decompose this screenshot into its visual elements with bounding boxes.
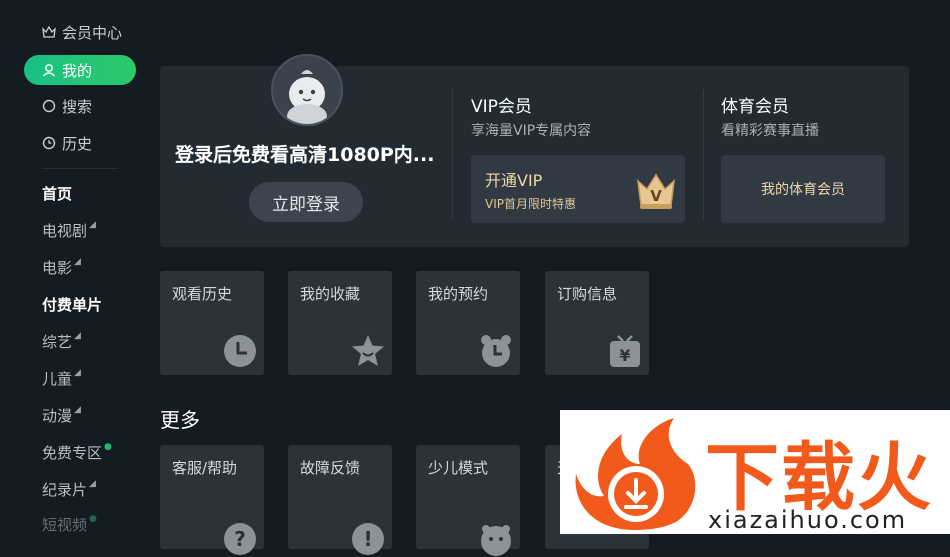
sidebar-item-label: 我的 — [62, 61, 93, 80]
channel-short-video[interactable]: 短视频 ● — [42, 514, 97, 535]
vip-title: VIP会员 — [471, 97, 532, 117]
tile-watch-history[interactable]: 观看历史 — [160, 271, 264, 375]
tile-label: 故障反馈 — [300, 459, 361, 477]
svg-text:!: ! — [363, 527, 372, 551]
crown-icon — [42, 25, 56, 39]
tv-yen-icon: ¥ — [610, 335, 640, 367]
exclamation-icon: ! — [352, 523, 384, 555]
star-icon — [352, 335, 384, 366]
clock-icon — [224, 335, 256, 367]
tile-my-favorites[interactable]: 我的收藏 — [288, 271, 392, 375]
sidebar-item-search[interactable]: 搜索 — [24, 91, 92, 121]
tile-label: 观看历史 — [172, 285, 233, 303]
tile-label: 我的预约 — [428, 285, 489, 303]
kid-face-icon — [481, 525, 511, 556]
sidebar-item-label: 搜索 — [62, 97, 93, 116]
question-icon: ? — [224, 523, 256, 555]
svg-text:V: V — [650, 187, 662, 205]
tile-label: 客服/帮助 — [172, 459, 238, 477]
sidebar-item-label: 历史 — [62, 134, 93, 153]
channel-kids[interactable]: 儿童 ◢ — [42, 368, 81, 389]
watermark-banner: 下载火 xiazaihuo.com — [560, 410, 950, 534]
login-button[interactable]: 立即登录 — [249, 182, 363, 222]
user-icon — [42, 63, 56, 77]
channel-free-zone[interactable]: 免费专区 ● — [42, 442, 112, 463]
tile-label: 少儿模式 — [428, 459, 489, 477]
channel-tv-series[interactable]: 电视剧 ◢ — [42, 220, 96, 241]
channel-movies[interactable]: 电影 ◢ — [42, 257, 81, 278]
panel-divider — [703, 90, 704, 220]
channel-home[interactable]: 首页 — [42, 183, 72, 204]
sidebar: 会员中心 我的 搜索 历史 首页 电视剧 ◢ 电影 ◢ 付费单片 综艺 ◢ 儿童 ◢ 动… — [0, 0, 150, 534]
sidebar-item-mine[interactable]: 我的 — [24, 55, 136, 85]
channel-documentary[interactable]: 纪录片 ◢ — [42, 479, 96, 500]
vip-crown-icon: V — [637, 173, 675, 209]
open-vip-promo: VIP首月限时特惠 — [485, 197, 576, 211]
vip-subtitle: 享海量VIP专属内容 — [471, 123, 592, 139]
tile-fault-feedback[interactable]: 故障反馈 ! — [288, 445, 392, 555]
tile-kids-mode[interactable]: 少儿模式 — [416, 445, 520, 556]
svg-text:?: ? — [234, 527, 246, 551]
sidebar-divider — [42, 168, 118, 169]
my-sports-membership-button[interactable]: 我的体育会员 — [721, 155, 885, 223]
panel-divider — [452, 90, 453, 220]
alarm-icon — [481, 335, 511, 367]
tile-label: 订购信息 — [557, 285, 618, 303]
avatar — [271, 54, 343, 126]
svg-text:¥: ¥ — [619, 346, 630, 365]
watermark-url: xiazaihuo.com — [708, 506, 908, 534]
channel-anime[interactable]: 动漫 ◢ — [42, 405, 81, 426]
tile-label: 我的收藏 — [300, 285, 361, 303]
search-icon — [42, 99, 56, 113]
sports-subtitle: 看精彩赛事直播 — [721, 123, 819, 139]
clock-icon — [42, 136, 56, 150]
more-section-title: 更多 — [160, 408, 200, 432]
sidebar-item-label: 会员中心 — [62, 23, 123, 42]
sports-title: 体育会员 — [721, 97, 789, 117]
open-vip-label: 开通VIP — [485, 171, 543, 190]
tile-my-reservations[interactable]: 我的预约 — [416, 271, 520, 375]
sidebar-item-history[interactable]: 历史 — [24, 128, 92, 158]
channel-variety[interactable]: 综艺 ◢ — [42, 331, 81, 352]
login-prompt: 登录后免费看高清1080P内... — [175, 144, 435, 166]
flame-logo-icon — [575, 418, 696, 530]
tile-order-info[interactable]: 订购信息 ¥ — [545, 271, 649, 375]
channel-paid-single[interactable]: 付费单片 — [42, 294, 102, 315]
sidebar-item-member-center[interactable]: 会员中心 — [24, 17, 122, 47]
open-vip-button[interactable]: 开通VIP VIP首月限时特惠 V — [471, 155, 685, 223]
tile-customer-service[interactable]: 客服/帮助 ? — [160, 445, 264, 555]
